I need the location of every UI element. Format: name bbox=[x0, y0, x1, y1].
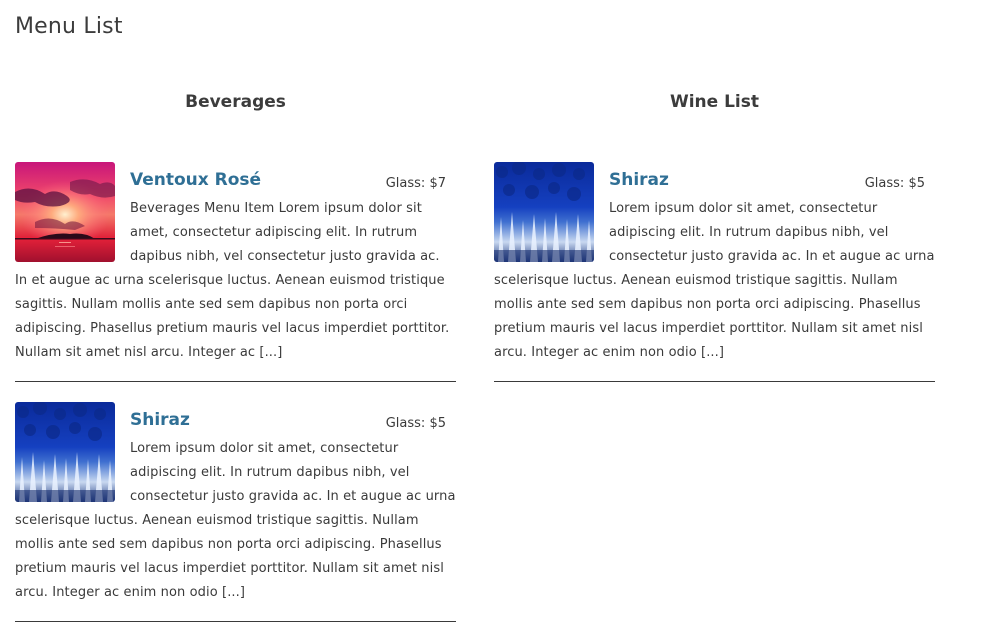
item-name-link[interactable]: Shiraz bbox=[130, 410, 190, 430]
item-price: Glass: $5 bbox=[385, 416, 446, 431]
page-title: Menu List bbox=[15, 14, 123, 39]
item-name-link[interactable]: Shiraz bbox=[609, 170, 669, 190]
menu-item: Shiraz Glass: $5 Lorem ipsum dolor sit a… bbox=[15, 402, 456, 622]
menu-item: Ventoux Rosé Glass: $7 Beverages Menu It… bbox=[15, 162, 456, 382]
column-title-wine-list: Wine List bbox=[669, 92, 760, 112]
column-title-beverages: Beverages bbox=[185, 92, 286, 112]
menu-item: Shiraz Glass: $5 Lorem ipsum dolor sit a… bbox=[494, 162, 935, 382]
item-name-link[interactable]: Ventoux Rosé bbox=[130, 170, 261, 190]
wine-list-column: Wine List Shiraz Glass: $5 Lorem ipsum d… bbox=[494, 92, 935, 382]
item-price: Glass: $7 bbox=[385, 176, 446, 191]
beverages-column: Beverages Ventoux Rosé Glass: $7 Beverag… bbox=[15, 92, 456, 622]
item-price: Glass: $5 bbox=[864, 176, 925, 191]
